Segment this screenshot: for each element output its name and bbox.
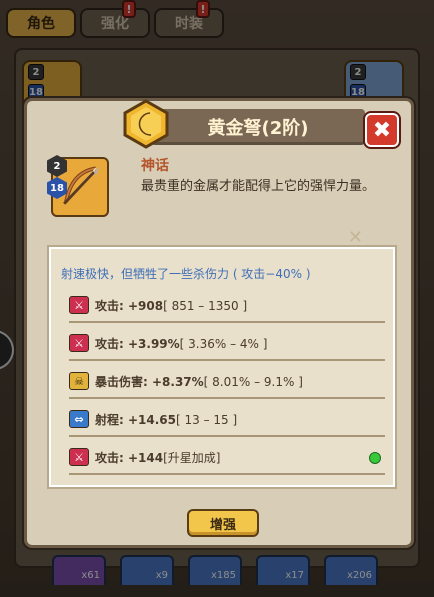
attack-icon: ⚔ xyxy=(69,448,89,466)
decoration-x-icon: ✕ xyxy=(347,227,363,248)
stat-name: 攻击: xyxy=(95,450,128,465)
stat-row: ⚔ 攻击: +3.99%[ 3.36% – 4% ] xyxy=(69,327,385,361)
attack-icon: ⚔ xyxy=(69,296,89,314)
item-description: 最贵重的金属才能配得上它的强悍力量。 xyxy=(141,179,376,194)
stats-panel: 射速极快，但牺牲了一些杀伤力 ( 攻击−40% ) ⚔ 攻击: +908[ 85… xyxy=(49,247,395,487)
stat-value: +14.65 xyxy=(127,412,176,427)
stat-row: ⇔ 射程: +14.65[ 13 – 15 ] xyxy=(69,403,385,437)
close-button[interactable]: ✖ xyxy=(365,113,399,147)
moon-rank-icon xyxy=(123,99,169,149)
stat-name: 射程: xyxy=(95,412,128,427)
rarity-label: 神话 xyxy=(141,158,169,174)
stat-range: [ 13 – 15 ] xyxy=(176,412,238,427)
stat-value: +908 xyxy=(127,298,164,313)
crossbow-icon xyxy=(63,166,100,205)
stats-header: 射速极快，但牺牲了一些杀伤力 ( 攻击−40% ) xyxy=(61,267,311,281)
modal-title: 黄金弩(2阶) xyxy=(151,109,365,145)
stat-value: +3.99% xyxy=(127,336,180,351)
stat-name: 攻击: xyxy=(95,298,128,313)
close-icon: ✖ xyxy=(372,117,392,143)
stat-range: [ 851 – 1350 ] xyxy=(163,298,248,313)
stat-name: 攻击: xyxy=(95,336,128,351)
stat-value: +144 xyxy=(127,450,164,465)
stat-range: [ 8.01% – 9.1% ] xyxy=(203,374,303,389)
item-detail-modal: 黄金弩(2阶) ✖ 2 18 神话 最贵重的金属才能配得上它的强悍力量。 ✕ 射… xyxy=(24,98,414,548)
status-dot-icon xyxy=(369,452,381,464)
enhance-button-label: 增强 xyxy=(209,517,236,533)
item-icon: 2 18 xyxy=(47,155,109,217)
stat-name: 暴击伤害: xyxy=(95,374,152,389)
stat-range: [ 3.36% – 4% ] xyxy=(179,336,268,351)
attack-icon: ⚔ xyxy=(69,334,89,352)
crit-damage-icon: ☠ xyxy=(69,372,89,390)
enhance-button[interactable]: 增强 xyxy=(187,509,259,537)
stat-value: +8.37% xyxy=(151,374,204,389)
range-icon: ⇔ xyxy=(69,410,89,428)
stat-row: ☠ 暴击伤害: +8.37%[ 8.01% – 9.1% ] xyxy=(69,365,385,399)
stat-row: ⚔ 攻击: +144[升星加成] xyxy=(69,441,385,475)
stat-row: ⚔ 攻击: +908[ 851 – 1350 ] xyxy=(69,289,385,323)
stat-range: [升星加成] xyxy=(163,450,221,465)
